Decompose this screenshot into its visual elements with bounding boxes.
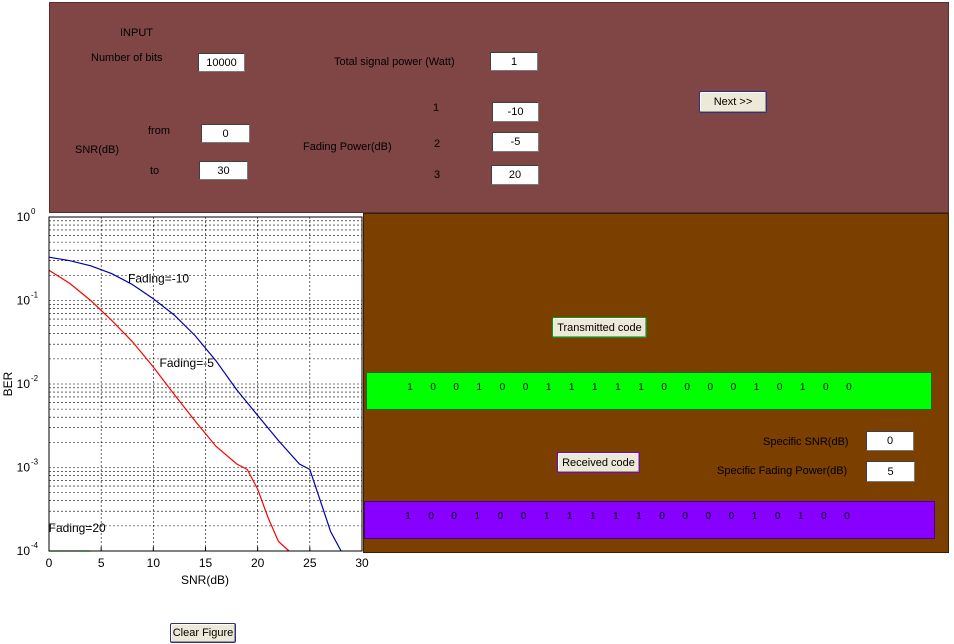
- transmitted-code-button[interactable]: Transmitted code: [552, 317, 647, 338]
- transmitted-bit: 1: [592, 382, 598, 393]
- transmitted-bit: 1: [476, 382, 483, 393]
- next-button[interactable]: Next >>: [699, 91, 767, 113]
- x-tick-label: 5: [98, 556, 105, 570]
- snr-label: SNR(dB): [75, 144, 120, 156]
- y-tick-exponent: -4: [31, 541, 39, 550]
- received-bit: 1: [405, 511, 411, 522]
- received-bit: 1: [613, 511, 619, 522]
- y-tick-label: 10: [17, 294, 31, 308]
- transmitted-bit: 0: [522, 382, 529, 393]
- received-bit: 0: [659, 511, 665, 522]
- x-tick-label: 0: [46, 556, 53, 570]
- transmitted-code-bar: 1 0 0 1 0 0 1 1 1 1 1 0 0 0 0 1 0 1 0 0: [366, 372, 932, 410]
- received-bit: 0: [682, 511, 688, 522]
- received-bit: 0: [497, 511, 504, 522]
- snr-from-label: from: [148, 125, 170, 137]
- received-bit: 1: [751, 511, 758, 522]
- transmitted-bit: 1: [638, 382, 644, 393]
- transmitted-bit: 1: [407, 382, 413, 393]
- transmitted-bit: 1: [799, 382, 806, 393]
- chart-grid: [48, 217, 363, 552]
- curve-annotation: Fading=-5: [160, 356, 215, 370]
- y-tick-exponent: -1: [31, 291, 39, 300]
- specific-fading-label: Specific Fading Power(dB): [717, 465, 848, 477]
- x-tick-label: 10: [147, 556, 161, 570]
- fading-index-2: 2: [434, 138, 441, 150]
- y-tick-exponent: -2: [31, 374, 39, 383]
- received-bit: 1: [636, 511, 642, 522]
- num-bits-label: Number of bits: [91, 52, 163, 64]
- transmitted-bit: 0: [776, 382, 783, 393]
- received-bit: 0: [451, 511, 457, 522]
- transmitted-bit: 0: [684, 382, 690, 393]
- transmitted-bit: 0: [430, 382, 436, 393]
- x-tick-label: 15: [199, 556, 213, 570]
- received-bit: 1: [474, 511, 481, 522]
- fading-index-1: 1: [433, 102, 440, 114]
- y-axis-label: BER: [1, 371, 15, 396]
- total-power-input[interactable]: [490, 52, 538, 71]
- specific-snr-label: Specific SNR(dB): [763, 436, 849, 448]
- total-power-label: Total signal power (Watt): [334, 56, 455, 68]
- y-tick-exponent: -3: [31, 458, 39, 467]
- received-bit: 0: [844, 511, 850, 522]
- received-bit: 1: [590, 511, 596, 522]
- specific-snr-input[interactable]: [866, 431, 914, 451]
- y-tick-label: 10: [17, 210, 31, 224]
- fading-3-input[interactable]: [491, 165, 539, 185]
- x-tick-label: 20: [251, 556, 265, 570]
- received-bit: 0: [774, 511, 781, 522]
- x-tick-label: 25: [303, 556, 317, 570]
- transmitted-bit: 0: [823, 382, 829, 393]
- received-bit: 1: [797, 511, 804, 522]
- received-bit: 1: [543, 511, 550, 522]
- transmitted-bit: 0: [846, 382, 852, 393]
- snr-to-label: to: [150, 165, 160, 177]
- clear-figure-button[interactable]: Clear Figure: [170, 623, 236, 643]
- transmitted-bit: 0: [499, 382, 506, 393]
- transmitted-bit: 0: [707, 382, 714, 393]
- transmitted-bit: 0: [730, 382, 737, 393]
- received-bit: 0: [520, 511, 527, 522]
- received-bit: 0: [821, 511, 827, 522]
- x-axis-label: SNR(dB): [181, 573, 229, 587]
- received-code-bar: 1 0 0 1 0 0 1 1 1 1 1 0 0 0 0 1 0 1 0 0: [364, 501, 935, 539]
- transmitted-bit: 1: [753, 382, 760, 393]
- y-tick-label: 10: [17, 544, 31, 558]
- transmitted-bit: 1: [568, 382, 575, 393]
- received-bit: 0: [705, 511, 712, 522]
- transmitted-bit: 1: [545, 382, 552, 393]
- transmitted-bit: 0: [453, 382, 459, 393]
- ber-chart: 0 5 10 15 20 25 3010 010 -110 -210 -310 -4 Fading=-…: [1, 207, 369, 587]
- fading-index-3: 3: [434, 169, 441, 181]
- fading-2-input[interactable]: [492, 132, 539, 152]
- snr-to-input[interactable]: [199, 161, 248, 180]
- fading-1-input[interactable]: [492, 102, 539, 122]
- curve-annotation: Fading=-10: [128, 271, 189, 285]
- transmitted-bit: 0: [661, 382, 667, 393]
- received-bit: 0: [428, 511, 434, 522]
- fading-power-label: Fading Power(dB): [303, 141, 392, 153]
- transmitted-bit: 1: [615, 382, 621, 393]
- num-bits-input[interactable]: [198, 53, 245, 72]
- y-tick-exponent: 0: [31, 207, 36, 216]
- x-tick-label: 30: [355, 556, 369, 570]
- snr-from-input[interactable]: [201, 124, 250, 143]
- curve-annotation: Fading=20: [49, 521, 106, 535]
- received-code-button[interactable]: Received code: [557, 452, 640, 473]
- received-bit: 1: [566, 511, 573, 522]
- received-bit: 0: [728, 511, 735, 522]
- specific-fading-input[interactable]: [866, 461, 915, 482]
- input-title: INPUT: [120, 27, 153, 39]
- y-tick-label: 10: [17, 377, 31, 391]
- y-tick-label: 10: [17, 461, 31, 475]
